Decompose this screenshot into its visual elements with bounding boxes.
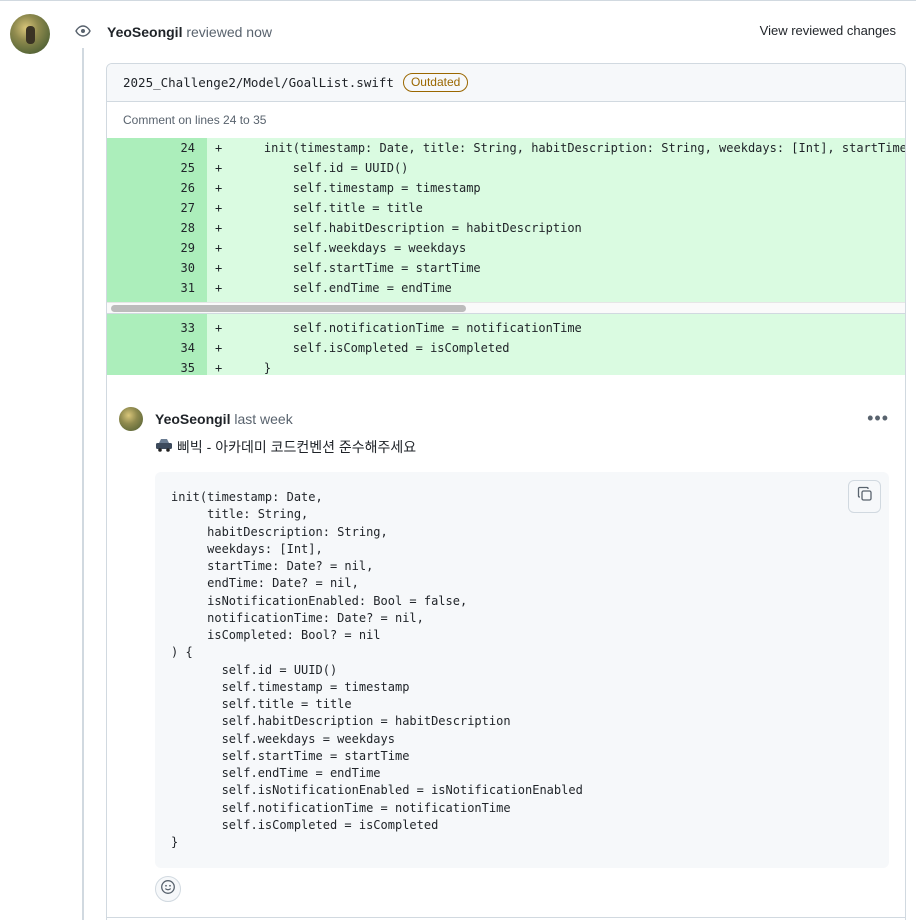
review-header: YeoSeongil reviewed now [107,22,272,42]
top-divider [0,0,916,1]
diff-text: self.weekdays = weekdays [235,241,467,255]
diff-sign: + [215,361,223,375]
diff-sign: + [215,161,223,175]
line-number[interactable]: 28 [107,218,207,238]
diff-sign: + [215,141,223,155]
diff-sign: + [215,321,223,335]
diff-sign: + [215,281,223,295]
smiley-icon [160,879,176,900]
diff-code: + self.startTime = startTime [207,258,905,278]
diff-line: 26 + self.timestamp = timestamp [107,178,905,198]
code-block-content: init(timestamp: Date, title: String, hab… [171,490,583,849]
diff-text: self.id = UUID() [235,161,409,175]
line-number[interactable]: 24 [107,138,207,158]
line-number[interactable]: 31 [107,278,207,298]
line-number[interactable]: 26 [107,178,207,198]
line-number[interactable]: 34 [107,338,207,358]
comment-text: 삐빅 - 아카데미 코드컨벤션 준수해주세요 [177,439,417,455]
diff-sign: + [215,241,223,255]
diff-view: 24 + init(timestamp: Date, title: String,… [107,138,905,375]
diff-sign: + [215,201,223,215]
car-icon [155,437,173,457]
avatar[interactable] [10,14,50,54]
diff-code: + init(timestamp: Date, title: String, h… [207,138,905,158]
copy-icon [857,486,873,507]
diff-text: init(timestamp: Date, title: String, hab… [235,141,905,155]
diff-sign: + [215,261,223,275]
comment-avatar[interactable] [119,407,143,431]
diff-text: self.startTime = startTime [235,261,481,275]
diff-line: 31 + self.endTime = endTime [107,278,905,298]
line-number[interactable]: 25 [107,158,207,178]
diff-code: + self.habitDescription = habitDescripti… [207,218,905,238]
horizontal-scrollbar[interactable] [107,302,905,314]
review-author[interactable]: YeoSeongil [107,24,182,40]
comment-author[interactable]: YeoSeongil [155,411,230,427]
diff-line: 33 + self.notificationTime = notification… [107,318,905,338]
line-number[interactable]: 33 [107,318,207,338]
diff-code: + self.timestamp = timestamp [207,178,905,198]
diff-line: 27 + self.title = title [107,198,905,218]
diff-code: + self.id = UUID() [207,158,905,178]
diff-line: 30 + self.startTime = startTime [107,258,905,278]
line-number[interactable]: 27 [107,198,207,218]
scrollbar-thumb[interactable] [111,305,466,312]
diff-code: + self.weekdays = weekdays [207,238,905,258]
kebab-menu-icon[interactable]: ••• [867,408,889,429]
code-block: init(timestamp: Date, title: String, hab… [155,472,889,868]
line-number[interactable]: 35 [107,358,207,375]
diff-text: } [235,361,272,375]
diff-text: self.timestamp = timestamp [235,181,481,195]
diff-line: 35 + } [107,358,905,375]
diff-text: self.title = title [235,201,423,215]
diff-code: + self.endTime = endTime [207,278,905,298]
diff-line: 29 + self.weekdays = weekdays [107,238,905,258]
add-reaction-button[interactable] [155,876,181,902]
diff-line: 28 + self.habitDescription = habitDescrip… [107,218,905,238]
diff-sign: + [215,181,223,195]
timeline-line [82,48,84,920]
line-number[interactable]: 30 [107,258,207,278]
line-number[interactable]: 29 [107,238,207,258]
diff-line: 34 + self.isCompleted = isCompleted [107,338,905,358]
diff-code: + self.isCompleted = isCompleted [207,338,905,358]
thread-divider [107,917,905,918]
diff-code: + } [207,358,905,375]
diff-text: self.habitDescription = habitDescription [235,221,582,235]
file-header: 2025_Challenge2/Model/GoalList.swift Out… [107,64,905,102]
view-reviewed-changes-link[interactable]: View reviewed changes [760,23,896,38]
diff-line: 24 + init(timestamp: Date, title: String,… [107,138,905,158]
copy-button[interactable] [848,480,881,513]
diff-sign: + [215,221,223,235]
eye-icon [70,18,96,44]
file-path[interactable]: 2025_Challenge2/Model/GoalList.swift [123,75,394,90]
diff-text: self.notificationTime = notificationTime [235,321,582,335]
comment-lines-label: Comment on lines 24 to 35 [107,102,905,138]
comment-header: YeoSeongil last week [155,409,293,429]
diff-text: self.endTime = endTime [235,281,452,295]
diff-line: 25 + self.id = UUID() [107,158,905,178]
diff-code: + self.notificationTime = notificationTi… [207,318,905,338]
outdated-badge: Outdated [402,73,469,92]
comment-timestamp[interactable]: last week [234,411,292,427]
diff-text: self.isCompleted = isCompleted [235,341,510,355]
diff-code: + self.title = title [207,198,905,218]
comment-body: 삐빅 - 아카데미 코드컨벤션 준수해주세요 [155,437,416,457]
review-file-card: 2025_Challenge2/Model/GoalList.swift Out… [106,63,906,920]
review-action: reviewed now [186,24,272,40]
diff-sign: + [215,341,223,355]
